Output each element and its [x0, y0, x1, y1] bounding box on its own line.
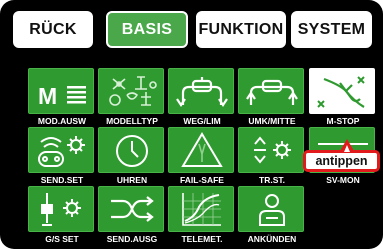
tile-ankuenden[interactable]: ANKÜNDEN: [238, 186, 304, 244]
tab-system[interactable]: SYSTEM: [291, 11, 372, 48]
tile-send-set[interactable]: SEND.SET: [28, 127, 94, 185]
tile-label: UMK/MITTE: [248, 116, 296, 126]
tab-rueck[interactable]: RÜCK: [13, 11, 93, 48]
tile-m-stop[interactable]: M-STOP: [309, 68, 375, 126]
clock-icon: [116, 135, 148, 167]
tile-label: TELEMET.: [181, 234, 223, 244]
motor-stop-icon: [317, 76, 365, 108]
tap-callout: antippen: [303, 150, 380, 172]
telemetry-icon: [182, 193, 221, 226]
tile-label: SV-MON: [326, 175, 360, 185]
servo-travel-icon: [176, 77, 228, 107]
callout-arrow-fill: [344, 145, 350, 152]
transmitter-settings-icon: [38, 136, 85, 167]
servo-reverse-center-icon: [246, 79, 298, 105]
model-type-icon: [109, 76, 157, 106]
announcement-icon: [259, 194, 285, 226]
tile-label: M-STOP: [326, 116, 360, 126]
transmitter-screen: RÜCK BASIS FUNKTION SYSTEM M MOD.AUSW MO…: [0, 0, 383, 249]
tile-label: WEG/LIM: [183, 116, 221, 126]
tile-tr-st[interactable]: TR.ST.: [238, 127, 304, 185]
tile-label: TR.ST.: [259, 175, 285, 185]
tile-label: MODELLTYP: [106, 116, 158, 126]
tile-send-ausg[interactable]: SEND.AUSG: [98, 186, 164, 244]
gas-settings-icon: [41, 193, 81, 226]
tile-label: G/S SET: [45, 234, 79, 244]
tile-label: ANKÜNDEN: [247, 234, 297, 244]
tile-label: SEND.SET: [40, 175, 84, 185]
tile-label: SEND.AUSG: [106, 234, 158, 244]
tab-basis[interactable]: BASIS: [106, 11, 188, 48]
tile-gs-set[interactable]: G/S SET: [28, 186, 94, 244]
tile-modelltyp[interactable]: MODELLTYP: [98, 68, 164, 126]
tile-label: MOD.AUSW: [37, 116, 87, 126]
tile-mod-ausw[interactable]: M MOD.AUSW: [28, 68, 94, 126]
fail-safe-icon: [181, 132, 223, 167]
svg-text:M: M: [38, 83, 57, 109]
tile-fail-safe[interactable]: FAIL-SAFE: [168, 127, 234, 185]
tile-label: FAIL-SAFE: [180, 175, 224, 185]
menu-tabs: RÜCK BASIS FUNKTION SYSTEM: [0, 0, 383, 60]
tile-umk-mitte[interactable]: UMK/MITTE: [238, 68, 304, 126]
tile-weg-lim[interactable]: WEG/LIM: [168, 68, 234, 126]
tile-telemet[interactable]: TELEMET.: [168, 186, 234, 244]
trim-step-icon: [254, 136, 291, 164]
tab-funktion[interactable]: FUNKTION: [196, 11, 286, 48]
tile-uhren[interactable]: UHREN: [98, 127, 164, 185]
transmitter-output-icon: [111, 196, 154, 222]
model-select-icon: M: [38, 83, 86, 109]
tile-label: UHREN: [116, 175, 148, 185]
